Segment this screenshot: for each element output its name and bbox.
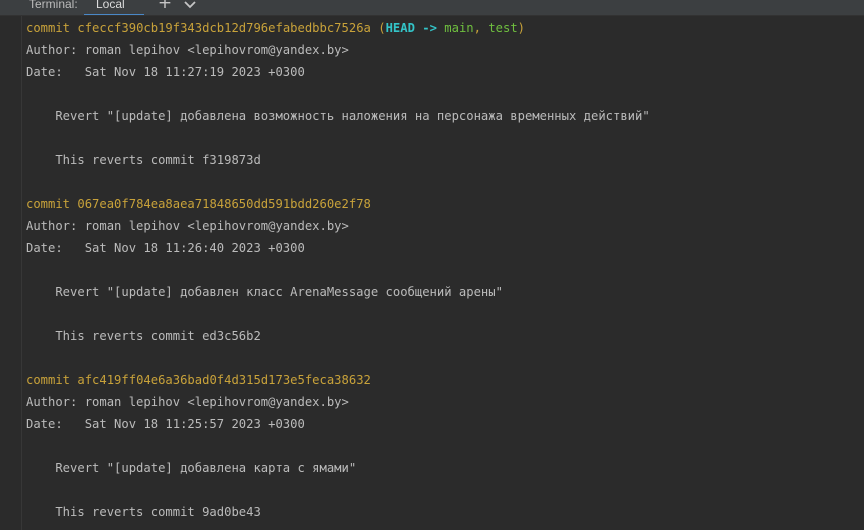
author-line: Author: roman lepihov <lepihovrom@yandex… bbox=[26, 43, 349, 57]
chevron-down-icon[interactable] bbox=[183, 0, 197, 10]
terminal-output[interactable]: commit cfeccf390cb19f343dcb12d796efabedb… bbox=[26, 17, 862, 530]
branch-ref: test bbox=[488, 21, 518, 35]
branch-ref: main bbox=[444, 21, 474, 35]
tab-local[interactable]: Local bbox=[84, 0, 144, 15]
commit-message: Revert "[update] добавлена возможность н… bbox=[26, 109, 650, 123]
author-line: Author: roman lepihov <lepihovrom@yandex… bbox=[26, 219, 349, 233]
reverts-line: This reverts commit ed3c56b2 bbox=[26, 329, 261, 343]
terminal-window: Terminal: Local + commit cfeccf390cb19f3… bbox=[0, 0, 864, 530]
commit-keyword: commit bbox=[26, 373, 78, 387]
terminal-title: Terminal: bbox=[29, 0, 78, 11]
commit-hash: afc419ff04e6a36bad0f4d315d173e5feca38632 bbox=[77, 373, 371, 387]
head-ref: HEAD -> bbox=[385, 21, 445, 35]
commit-message: Revert "[update] добавлена карта с ямами… bbox=[26, 461, 357, 475]
author-line: Author: roman lepihov <lepihovrom@yandex… bbox=[26, 395, 349, 409]
commit-message: Revert "[update] добавлен класс ArenaMes… bbox=[26, 285, 503, 299]
refs-close: ) bbox=[517, 21, 526, 35]
commit-hash: cfeccf390cb19f343dcb12d796efabedbbc7526a bbox=[77, 21, 371, 35]
refs-separator: , bbox=[473, 21, 489, 35]
terminal-tab-bar: Terminal: Local + bbox=[0, 0, 864, 16]
commit-line: commit 067ea0f784ea8aea71848650dd591bdd2… bbox=[26, 193, 862, 215]
date-line: Date: Sat Nov 18 11:27:19 2023 +0300 bbox=[26, 65, 305, 79]
date-line: Date: Sat Nov 18 11:26:40 2023 +0300 bbox=[26, 241, 305, 255]
reverts-line: This reverts commit 9ad0be43 bbox=[26, 505, 261, 519]
commit-line: commit cfeccf390cb19f343dcb12d796efabedb… bbox=[26, 17, 862, 39]
commit-hash: 067ea0f784ea8aea71848650dd591bdd260e2f78 bbox=[77, 197, 371, 211]
plus-icon[interactable]: + bbox=[157, 0, 173, 12]
commit-keyword: commit bbox=[26, 197, 78, 211]
terminal-gutter bbox=[0, 16, 22, 530]
commit-line: commit afc419ff04e6a36bad0f4d315d173e5fe… bbox=[26, 369, 862, 391]
refs-open: ( bbox=[370, 21, 386, 35]
date-line: Date: Sat Nov 18 11:25:57 2023 +0300 bbox=[26, 417, 305, 431]
reverts-line: This reverts commit f319873d bbox=[26, 153, 261, 167]
commit-keyword: commit bbox=[26, 21, 78, 35]
tab-local-label: Local bbox=[96, 0, 125, 11]
